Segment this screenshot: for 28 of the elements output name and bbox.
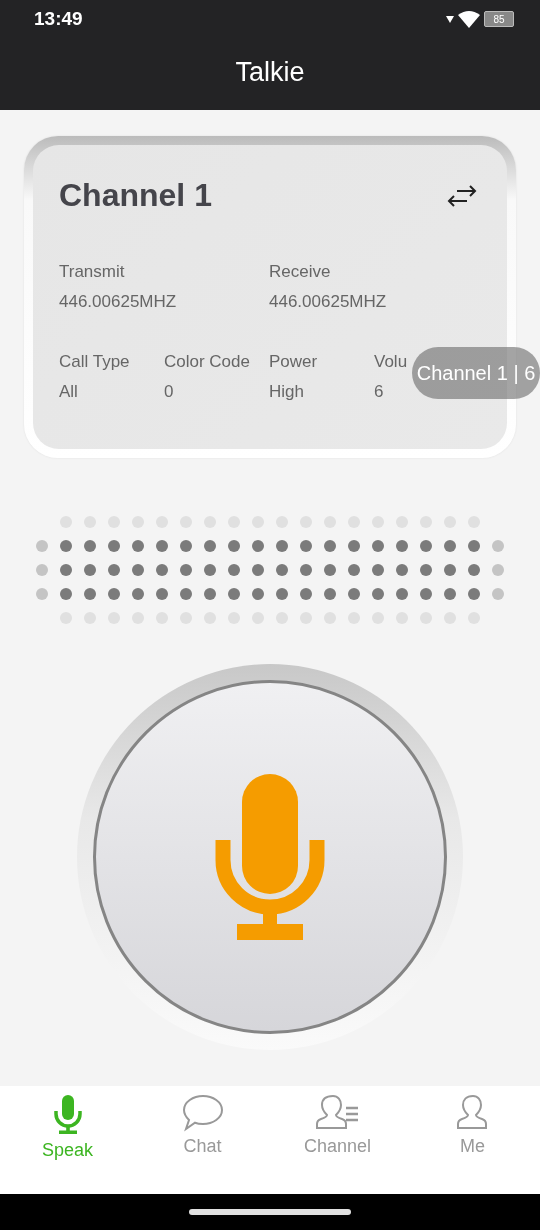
frequency-label: Transmit (59, 262, 125, 282)
tab[interactable]: Channel (270, 1086, 405, 1194)
setting-value: 0 (164, 382, 174, 402)
setting-label: Volu (374, 352, 408, 372)
wifi-icon (458, 10, 480, 28)
status-time: 13:49 (34, 8, 83, 30)
toast-message: Channel 1 | 6 (412, 347, 540, 399)
setting-value: 6 (374, 382, 384, 402)
user-list-icon (314, 1094, 361, 1132)
setting-value: High (269, 382, 304, 402)
setting-value: All (59, 382, 78, 402)
tab[interactable]: Speak (0, 1086, 135, 1194)
tab[interactable]: Chat (135, 1086, 270, 1194)
setting-label: Color Code (164, 352, 250, 372)
setting-label: Power (269, 352, 318, 372)
battery-icon: 85 (484, 11, 514, 27)
frequency-value: 446.00625MHZ (59, 292, 177, 312)
signal-arrow-icon (446, 15, 454, 23)
microphone-icon (52, 1094, 83, 1136)
setting-label: Call Type (59, 352, 130, 372)
frequency-label: Receive (269, 262, 331, 282)
app-title: Talkie (234, 55, 306, 89)
tab[interactable]: Me (405, 1086, 540, 1194)
channel-name: Channel 1 (59, 177, 212, 214)
swap-arrows-icon[interactable] (447, 184, 477, 207)
frequency-value: 446.00625MHZ (269, 292, 387, 312)
microphone-icon (215, 774, 325, 940)
chat-bubble-icon (181, 1094, 224, 1132)
